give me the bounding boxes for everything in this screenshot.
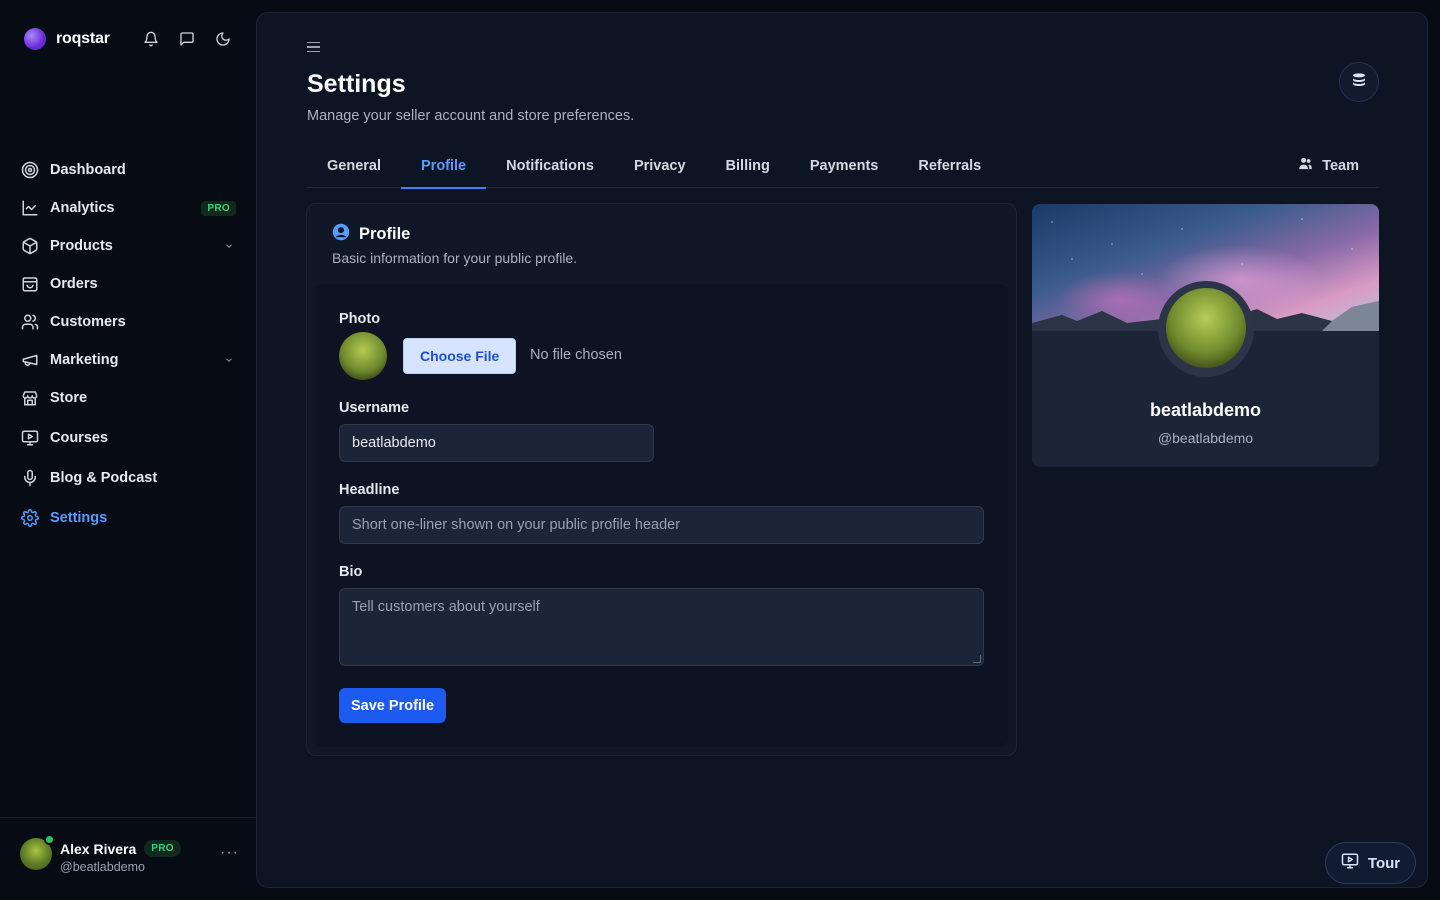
sidebar-top-icons (142, 30, 232, 48)
user-handle: @beatlabdemo (60, 860, 145, 874)
moon-icon[interactable] (214, 30, 232, 48)
save-profile-button[interactable]: Save Profile (339, 688, 447, 723)
headline-label: Headline (339, 482, 400, 498)
brand-logo-icon (24, 28, 46, 50)
chevron-down-icon[interactable] (222, 355, 236, 365)
sidebar-item-label: Store (50, 390, 88, 406)
profile-title-text: Profile (359, 225, 411, 243)
bio-textarea[interactable]: Tell customers about yourself (339, 588, 984, 666)
sidebar-item-customers[interactable]: Customers (12, 303, 244, 341)
chart-icon (20, 198, 40, 218)
sidebar-item-dashboard[interactable]: Dashboard (12, 151, 244, 189)
sidebar-item-label: Products (50, 238, 113, 254)
bio-label: Bio (339, 564, 363, 580)
users-icon (20, 312, 40, 332)
profile-preview-card: beatlabdemo @beatlabdemo (1032, 204, 1379, 467)
resize-handle[interactable] (973, 655, 981, 663)
database-button[interactable] (1339, 62, 1379, 102)
sidebar-item-label: Settings (50, 510, 108, 526)
sidebar-item-label: Customers (50, 314, 126, 330)
tour-label: Tour (1367, 854, 1401, 872)
team-icon (1298, 156, 1313, 175)
sidebar-item-label: Dashboard (50, 162, 126, 178)
menu-icon[interactable] (307, 39, 323, 55)
presentation-icon (20, 428, 40, 448)
team-label: Team (1322, 157, 1359, 174)
database-icon (1351, 72, 1367, 93)
bag-icon (20, 274, 40, 294)
message-icon[interactable] (178, 30, 196, 48)
sidebar-item-store[interactable]: Store (12, 379, 244, 417)
username-label: Username (339, 400, 410, 416)
choose-file-button[interactable]: Choose File (403, 338, 517, 374)
more-options-icon[interactable]: ··· (220, 844, 239, 862)
target-icon (20, 160, 40, 180)
sidebar-item-products[interactable]: Products (12, 227, 244, 265)
brand-name: roqstar (56, 30, 110, 47)
tab-notifications[interactable]: Notifications (486, 143, 614, 188)
user-circle-icon (332, 223, 350, 246)
preview-avatar (1166, 288, 1246, 368)
sidebar-item-analytics[interactable]: Analytics PRO (12, 189, 244, 227)
sidebar-item-label: Courses (50, 430, 109, 446)
chevron-down-icon[interactable] (222, 241, 236, 251)
user-footer: Alex Rivera PRO @beatlabdemo ··· (0, 817, 256, 900)
profile-card-title: Profile (332, 223, 410, 246)
profile-form: Photo Choose File No file chosen Usernam… (315, 284, 1008, 747)
sidebar-item-courses[interactable]: Courses (12, 419, 244, 457)
sidebar-item-orders[interactable]: Orders (12, 265, 244, 303)
tab-referrals[interactable]: Referrals (898, 143, 1001, 188)
headline-input[interactable]: Short one-liner shown on your public pro… (339, 506, 984, 544)
username-input[interactable]: beatlabdemo (339, 424, 654, 462)
sidebar-item-label: Analytics (50, 200, 115, 216)
bell-icon[interactable] (142, 30, 160, 48)
sidebar-item-marketing[interactable]: Marketing (12, 341, 244, 379)
store-icon (20, 388, 40, 408)
brand[interactable]: roqstar (24, 28, 110, 50)
user-name: Alex Rivera (60, 840, 137, 857)
sidebar-nav: Dashboard Analytics PRO Products Orders … (12, 151, 244, 537)
mic-icon (20, 468, 40, 488)
sidebar-item-blog-podcast[interactable]: Blog & Podcast (12, 459, 244, 497)
megaphone-icon (20, 350, 40, 370)
profile-card: Profile Basic information for your publi… (306, 203, 1017, 756)
team-button[interactable]: Team (1298, 143, 1359, 188)
tour-button[interactable]: Tour (1325, 842, 1416, 884)
user-name-row: Alex Rivera PRO (60, 840, 181, 857)
tab-billing[interactable]: Billing (706, 143, 790, 188)
main-panel: Settings Manage your seller account and … (256, 12, 1428, 888)
user-pro-badge: PRO (144, 840, 181, 857)
tab-profile[interactable]: Profile (401, 143, 487, 189)
settings-tabs: General Profile Notifications Privacy Bi… (307, 143, 1379, 189)
sidebar: roqstar Dashboard Analytics PRO Products (0, 0, 256, 900)
tab-general[interactable]: General (307, 143, 401, 188)
gear-icon (20, 508, 40, 528)
preview-handle: @beatlabdemo (1157, 430, 1254, 446)
pro-badge: PRO (201, 200, 236, 216)
presentation-icon (1341, 852, 1359, 874)
profile-card-subtitle: Basic information for your public profil… (332, 250, 578, 266)
page-title: Settings (307, 70, 406, 98)
bio-placeholder: Tell customers about yourself (352, 599, 540, 615)
photo-label: Photo (339, 311, 381, 327)
sidebar-item-label: Blog & Podcast (50, 470, 158, 486)
box-icon (20, 236, 40, 256)
file-status-text: No file chosen (530, 347, 622, 363)
sidebar-item-settings[interactable]: Settings (12, 499, 244, 537)
sidebar-item-label: Marketing (50, 352, 119, 368)
tab-privacy[interactable]: Privacy (614, 143, 706, 188)
photo-thumbnail (339, 332, 387, 380)
online-status-dot (44, 834, 55, 845)
preview-name: beatlabdemo (1149, 400, 1262, 420)
page-subtitle: Manage your seller account and store pre… (307, 108, 635, 124)
tab-payments[interactable]: Payments (790, 143, 899, 188)
sidebar-item-label: Orders (50, 276, 98, 292)
